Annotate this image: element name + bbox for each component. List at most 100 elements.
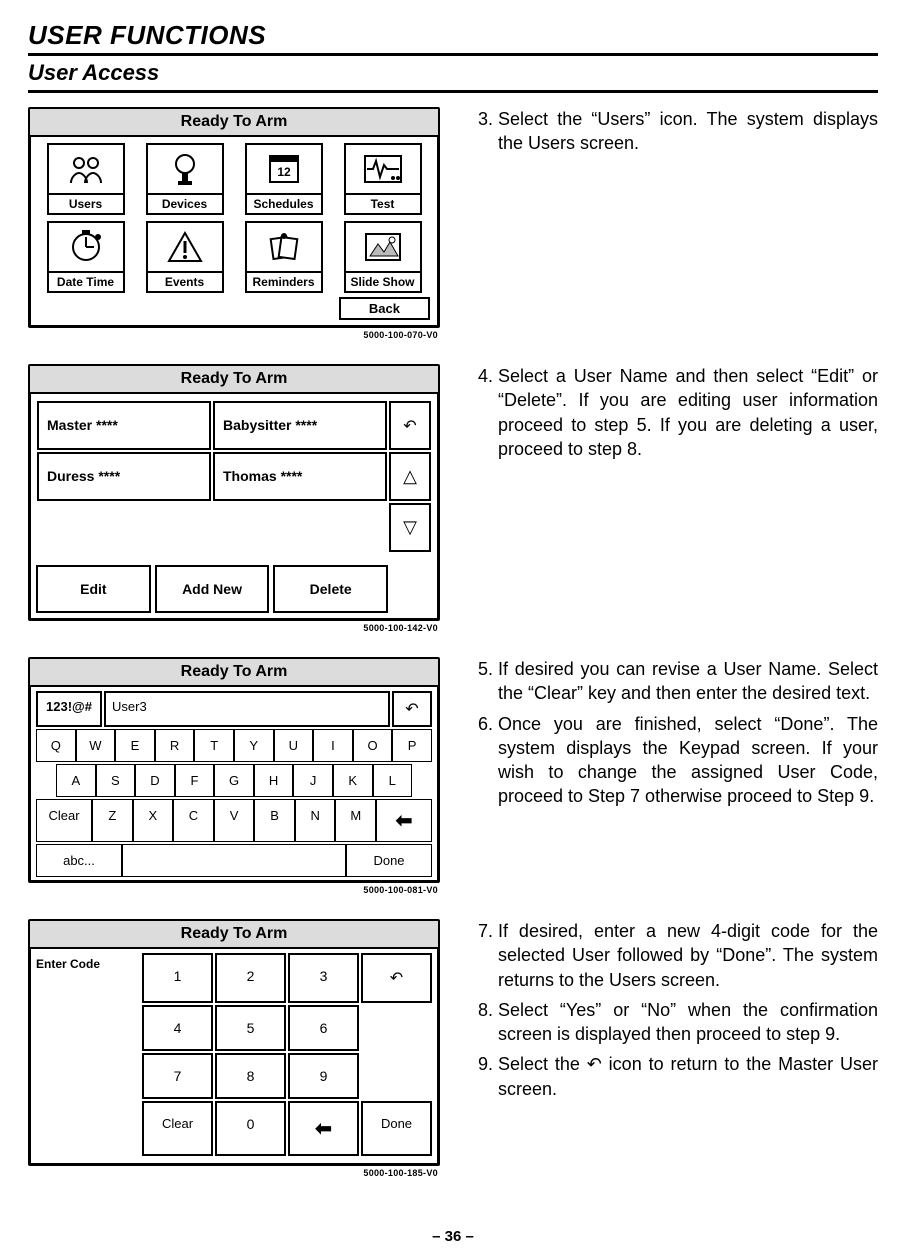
key[interactable]: J [293, 764, 333, 797]
key[interactable]: D [135, 764, 175, 797]
key[interactable]: Q [36, 729, 76, 762]
schedules-icon[interactable]: 12 [245, 143, 323, 195]
num-key-6[interactable]: 6 [288, 1005, 359, 1051]
num-key-5[interactable]: 5 [215, 1005, 286, 1051]
step-6: Once you are finished, select “Done”. Th… [498, 712, 878, 809]
num-key-7[interactable]: 7 [142, 1053, 213, 1099]
enter-code-label: Enter Code [36, 953, 136, 1156]
rule-2 [28, 90, 878, 93]
edit-button[interactable]: Edit [36, 565, 151, 613]
name-input[interactable]: User3 [104, 691, 390, 727]
down-arrow-icon[interactable]: ▽ [389, 503, 431, 552]
step-9: Select the ↶ icon to return to the Maste… [498, 1052, 878, 1101]
user-cell[interactable]: Babysitter **** [213, 401, 387, 450]
reminders-label: Reminders [245, 273, 323, 293]
user-cell[interactable]: Thomas **** [213, 452, 387, 501]
user-cell[interactable]: Duress **** [37, 452, 211, 501]
fig-code-1: 5000-100-070-V0 [28, 330, 438, 340]
clear-button[interactable]: Clear [142, 1101, 213, 1156]
panel-tools: Ready To Arm Users Devices 12 Schedules … [28, 107, 440, 328]
fig-code-3: 5000-100-081-V0 [28, 885, 438, 895]
panel-title: Ready To Arm [30, 921, 438, 949]
num-key-8[interactable]: 8 [215, 1053, 286, 1099]
space-key[interactable] [122, 844, 346, 877]
delete-button[interactable]: Delete [273, 565, 388, 613]
step-3: Select the “Users” icon. The system disp… [498, 107, 878, 156]
key[interactable]: I [313, 729, 353, 762]
key[interactable]: E [115, 729, 155, 762]
up-arrow-icon[interactable]: △ [389, 452, 431, 501]
step-7: If desired, enter a new 4-digit code for… [498, 919, 878, 992]
done-button[interactable]: Done [361, 1101, 432, 1156]
page-title-2: User Access [28, 60, 878, 86]
user-cell[interactable]: Master **** [37, 401, 211, 450]
fig-code-2: 5000-100-142-V0 [28, 623, 438, 633]
key[interactable]: M [335, 799, 376, 842]
devices-icon[interactable] [146, 143, 224, 195]
datetime-label: Date Time [47, 273, 125, 293]
key[interactable]: B [254, 799, 295, 842]
slideshow-label: Slide Show [344, 273, 422, 293]
panel-keyboard: Ready To Arm 123!@# User3 Q W E R T Y U … [28, 657, 440, 883]
users-icon[interactable] [47, 143, 125, 195]
return-icon[interactable] [392, 691, 432, 727]
mode-button[interactable]: 123!@# [36, 691, 102, 727]
key[interactable]: A [56, 764, 96, 797]
clear-button[interactable]: Clear [36, 799, 92, 842]
add-new-button[interactable]: Add New [155, 565, 270, 613]
panel-title: Ready To Arm [30, 366, 438, 394]
key[interactable]: V [214, 799, 255, 842]
key[interactable]: G [214, 764, 254, 797]
key[interactable]: Y [234, 729, 274, 762]
fig-code-4: 5000-100-185-V0 [28, 1168, 438, 1178]
num-key-0[interactable]: 0 [215, 1101, 286, 1156]
page-number: – 36 – [28, 1228, 878, 1245]
datetime-icon[interactable] [47, 221, 125, 273]
rule-1 [28, 53, 878, 56]
key[interactable]: O [353, 729, 393, 762]
events-icon[interactable] [146, 221, 224, 273]
key[interactable]: F [175, 764, 215, 797]
num-key-3[interactable]: 3 [288, 953, 359, 1003]
test-label: Test [344, 195, 422, 215]
devices-label: Devices [146, 195, 224, 215]
key[interactable]: N [295, 799, 336, 842]
num-key-1[interactable]: 1 [142, 953, 213, 1003]
key[interactable]: L [373, 764, 413, 797]
test-icon[interactable] [344, 143, 422, 195]
back-button[interactable]: Back [339, 297, 430, 320]
key[interactable]: C [173, 799, 214, 842]
keyboard-row-3: Clear Z X C V B N M ⬅ [36, 799, 432, 842]
schedules-label: Schedules [245, 195, 323, 215]
backspace-icon[interactable]: ⬅ [376, 799, 432, 842]
key[interactable]: P [392, 729, 432, 762]
panel-keypad: Ready To Arm Enter Code 1 2 3 4 5 6 7 8 … [28, 919, 440, 1166]
key[interactable]: T [194, 729, 234, 762]
key[interactable]: S [96, 764, 136, 797]
num-key-2[interactable]: 2 [215, 953, 286, 1003]
page-title-1: USER FUNCTIONS [28, 20, 878, 51]
panel-title: Ready To Arm [30, 659, 438, 687]
key[interactable]: Z [92, 799, 133, 842]
key[interactable]: W [76, 729, 116, 762]
panel-title: Ready To Arm [30, 109, 438, 137]
key[interactable]: X [133, 799, 174, 842]
backspace-icon[interactable]: ⬅ [288, 1101, 359, 1156]
keyboard-row-1: Q W E R T Y U I O P [36, 729, 432, 762]
slideshow-icon[interactable] [344, 221, 422, 273]
key[interactable]: H [254, 764, 294, 797]
key[interactable]: R [155, 729, 195, 762]
num-key-4[interactable]: 4 [142, 1005, 213, 1051]
key[interactable]: U [274, 729, 314, 762]
key[interactable]: K [333, 764, 373, 797]
abc-button[interactable]: abc... [36, 844, 122, 877]
step-4: Select a User Name and then select “Edit… [498, 364, 878, 461]
keyboard-row-2: A S D F G H J K L [36, 764, 432, 797]
reminders-icon[interactable] [245, 221, 323, 273]
users-label: Users [47, 195, 125, 215]
return-icon[interactable] [361, 953, 432, 1003]
events-label: Events [146, 273, 224, 293]
return-icon[interactable] [389, 401, 431, 450]
done-button[interactable]: Done [346, 844, 432, 877]
num-key-9[interactable]: 9 [288, 1053, 359, 1099]
